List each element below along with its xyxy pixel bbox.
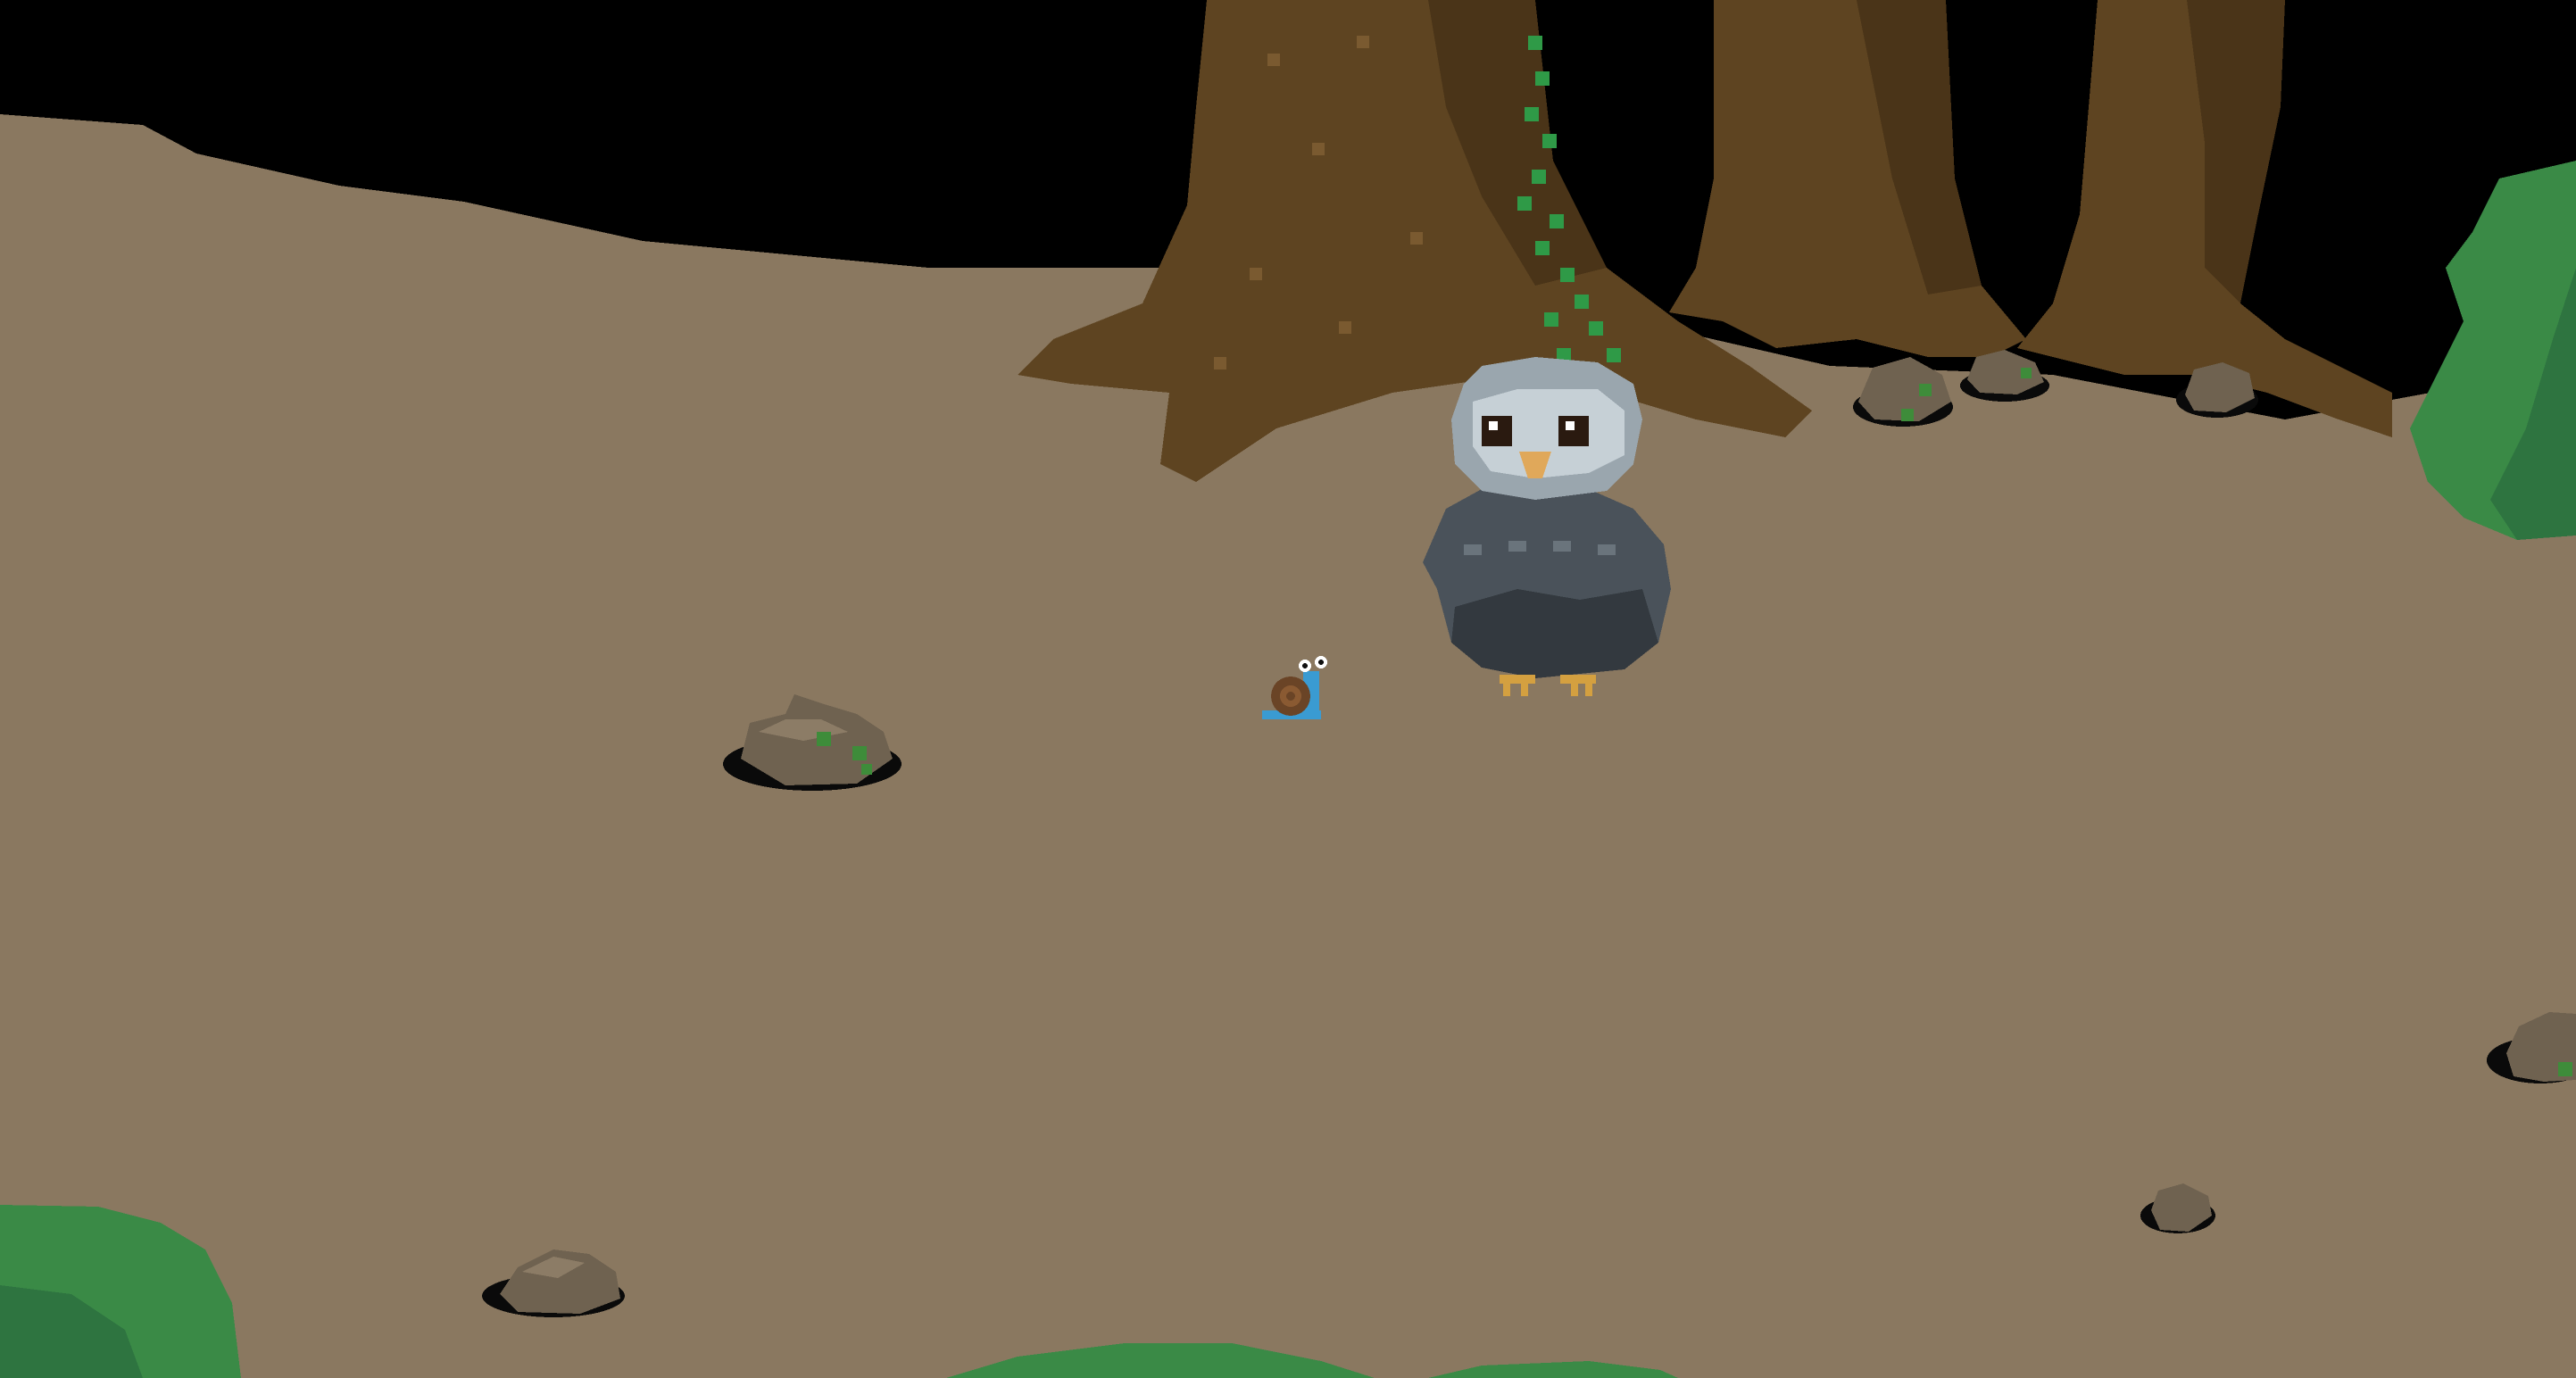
owl-eye-left: [1482, 416, 1512, 446]
owl-eye-right: [1558, 416, 1589, 446]
game-canvas[interactable]: [0, 0, 2576, 1378]
owl-npc[interactable]: [1423, 357, 1671, 696]
